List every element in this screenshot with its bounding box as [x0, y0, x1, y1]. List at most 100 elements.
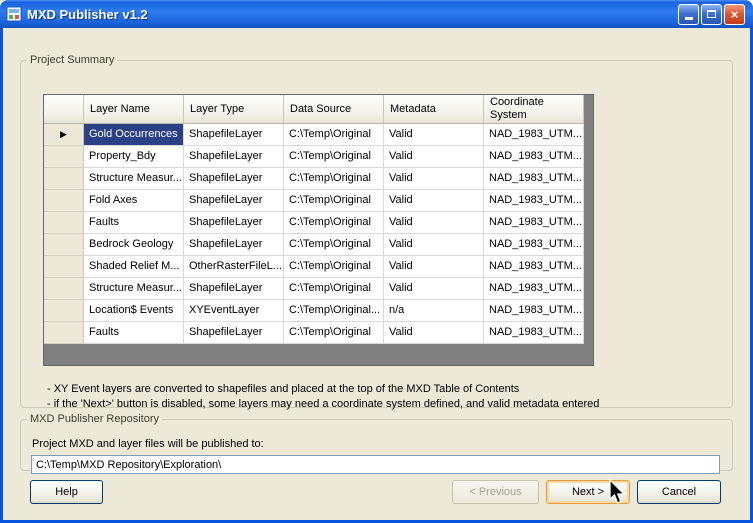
cell-layer-type[interactable]: XYEventLayer	[184, 300, 284, 322]
project-summary-label: Project Summary	[30, 54, 115, 66]
maximize-icon	[707, 10, 716, 18]
column-header-layer-name[interactable]: Layer Name	[84, 95, 184, 124]
cell-layer-name[interactable]: Structure Measur...	[84, 278, 184, 300]
mxd-publisher-window: MXD Publisher v1.2 × Project Summary Lay…	[0, 0, 753, 523]
cell-coordinate-system[interactable]: NAD_1983_UTM...	[484, 190, 584, 212]
table-row[interactable]: Structure Measur... ShapefileLayer C:\Temp…	[44, 278, 593, 300]
project-summary-group: Project Summary Layer Name Layer Type Da…	[20, 54, 733, 410]
previous-button[interactable]: < Previous	[452, 480, 539, 504]
cell-coordinate-system[interactable]: NAD_1983_UTM...	[484, 256, 584, 278]
table-row[interactable]: Location$ Events XYEventLayer C:\Temp\Orig…	[44, 300, 593, 322]
cell-metadata[interactable]: Valid	[384, 234, 484, 256]
row-selector[interactable]	[44, 322, 84, 344]
cell-metadata[interactable]: Valid	[384, 212, 484, 234]
cell-metadata[interactable]: n/a	[384, 300, 484, 322]
row-selector[interactable]: ▶	[44, 124, 84, 146]
column-header-data-source[interactable]: Data Source	[284, 95, 384, 124]
row-selector[interactable]	[44, 256, 84, 278]
dialog-client-area: Project Summary Layer Name Layer Type Da…	[3, 28, 750, 520]
cell-layer-type[interactable]: ShapefileLayer	[184, 278, 284, 300]
cell-metadata[interactable]: Valid	[384, 256, 484, 278]
cell-layer-name[interactable]: Property_Bdy	[84, 146, 184, 168]
cell-layer-type[interactable]: ShapefileLayer	[184, 212, 284, 234]
cell-coordinate-system[interactable]: NAD_1983_UTM...	[484, 212, 584, 234]
table-row[interactable]: ▶ Gold Occurrences ShapefileLayer C:\Temp\O…	[44, 124, 593, 146]
cell-layer-name[interactable]: Gold Occurrences	[84, 124, 184, 146]
table-row[interactable]: Fold Axes ShapefileLayer C:\Temp\Original V…	[44, 190, 593, 212]
cell-layer-name[interactable]: Structure Measur...	[84, 168, 184, 190]
repository-group: MXD Publisher Repository Project MXD and…	[20, 413, 733, 474]
cell-layer-type[interactable]: ShapefileLayer	[184, 322, 284, 344]
cell-data-source[interactable]: C:\Temp\Original	[284, 212, 384, 234]
cell-coordinate-system[interactable]: NAD_1983_UTM...	[484, 168, 584, 190]
cell-metadata[interactable]: Valid	[384, 190, 484, 212]
cell-layer-name[interactable]: Location$ Events	[84, 300, 184, 322]
minimize-icon	[684, 12, 693, 20]
cell-data-source[interactable]: C:\Temp\Original	[284, 168, 384, 190]
column-header-layer-type[interactable]: Layer Type	[184, 95, 284, 124]
app-icon	[6, 6, 22, 22]
cell-metadata[interactable]: Valid	[384, 146, 484, 168]
cell-layer-name[interactable]: Faults	[84, 322, 184, 344]
window-title: MXD Publisher v1.2	[27, 6, 148, 22]
column-header-coordinate-system[interactable]: Coordinate System	[484, 95, 584, 124]
cell-data-source[interactable]: C:\Temp\Original...	[284, 300, 384, 322]
cell-layer-name[interactable]: Faults	[84, 212, 184, 234]
grid-body: ▶ Gold Occurrences ShapefileLayer C:\Temp\O…	[44, 124, 593, 344]
cell-coordinate-system[interactable]: NAD_1983_UTM...	[484, 278, 584, 300]
cell-data-source[interactable]: C:\Temp\Original	[284, 278, 384, 300]
table-row[interactable]: Faults ShapefileLayer C:\Temp\Original Vali…	[44, 212, 593, 234]
cell-data-source[interactable]: C:\Temp\Original	[284, 322, 384, 344]
cell-layer-type[interactable]: ShapefileLayer	[184, 146, 284, 168]
header-row-selector	[44, 95, 84, 124]
cell-metadata[interactable]: Valid	[384, 124, 484, 146]
cell-layer-type[interactable]: ShapefileLayer	[184, 124, 284, 146]
titlebar-buttons: ×	[678, 3, 745, 25]
cell-layer-type[interactable]: ShapefileLayer	[184, 234, 284, 256]
repository-path-field[interactable]	[31, 455, 720, 474]
row-selector[interactable]	[44, 234, 84, 256]
repository-description: Project MXD and layer files will be publ…	[32, 438, 264, 450]
cell-layer-name[interactable]: Fold Axes	[84, 190, 184, 212]
cell-metadata[interactable]: Valid	[384, 168, 484, 190]
cell-layer-name[interactable]: Shaded Relief M...	[84, 256, 184, 278]
cell-coordinate-system[interactable]: NAD_1983_UTM...	[484, 234, 584, 256]
table-row[interactable]: Faults ShapefileLayer C:\Temp\Original Vali…	[44, 322, 593, 344]
cell-coordinate-system[interactable]: NAD_1983_UTM...	[484, 124, 584, 146]
help-button[interactable]: Help	[30, 480, 103, 504]
cancel-button[interactable]: Cancel	[637, 480, 721, 504]
maximize-button[interactable]	[701, 3, 722, 25]
cell-coordinate-system[interactable]: NAD_1983_UTM...	[484, 300, 584, 322]
cell-coordinate-system[interactable]: NAD_1983_UTM...	[484, 322, 584, 344]
cell-data-source[interactable]: C:\Temp\Original	[284, 190, 384, 212]
close-button[interactable]: ×	[724, 3, 745, 25]
minimize-button[interactable]	[678, 3, 699, 25]
layers-grid: Layer Name Layer Type Data Source Metada…	[43, 94, 594, 366]
row-selector[interactable]	[44, 190, 84, 212]
table-row[interactable]: Structure Measur... ShapefileLayer C:\Temp…	[44, 168, 593, 190]
cell-metadata[interactable]: Valid	[384, 322, 484, 344]
cell-layer-type[interactable]: OtherRasterFileL...	[184, 256, 284, 278]
cell-data-source[interactable]: C:\Temp\Original	[284, 124, 384, 146]
cell-metadata[interactable]: Valid	[384, 278, 484, 300]
row-selector[interactable]	[44, 300, 84, 322]
row-selector[interactable]	[44, 146, 84, 168]
table-row[interactable]: Property_Bdy ShapefileLayer C:\Temp\Origin…	[44, 146, 593, 168]
row-selector[interactable]	[44, 212, 84, 234]
row-selector[interactable]	[44, 278, 84, 300]
row-selector[interactable]	[44, 168, 84, 190]
table-row[interactable]: Shaded Relief M... OtherRasterFileL... C:\…	[44, 256, 593, 278]
cell-data-source[interactable]: C:\Temp\Original	[284, 256, 384, 278]
cell-layer-type[interactable]: ShapefileLayer	[184, 190, 284, 212]
repository-group-label: MXD Publisher Repository	[30, 413, 159, 425]
grid-notes: - XY Event layers are converted to shape…	[47, 382, 599, 412]
note-line-2: - if the 'Next>' button is disabled, som…	[47, 398, 600, 410]
cell-layer-type[interactable]: ShapefileLayer	[184, 168, 284, 190]
title-bar[interactable]: MXD Publisher v1.2 ×	[0, 0, 753, 28]
column-header-metadata[interactable]: Metadata	[384, 95, 484, 124]
table-row[interactable]: Bedrock Geology ShapefileLayer C:\Temp\Ori…	[44, 234, 593, 256]
cell-data-source[interactable]: C:\Temp\Original	[284, 146, 384, 168]
cell-data-source[interactable]: C:\Temp\Original	[284, 234, 384, 256]
cell-layer-name[interactable]: Bedrock Geology	[84, 234, 184, 256]
cell-coordinate-system[interactable]: NAD_1983_UTM...	[484, 146, 584, 168]
